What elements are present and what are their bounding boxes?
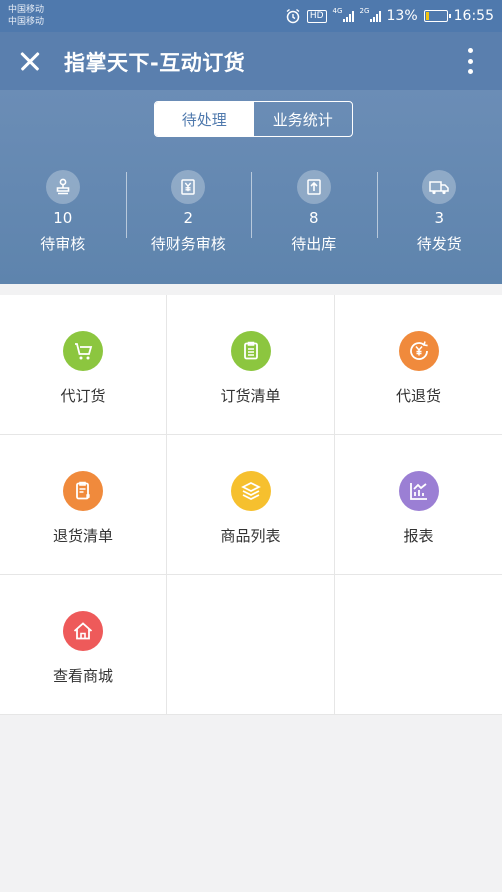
close-icon[interactable] <box>14 45 46 77</box>
menu-label: 代退货 <box>395 387 441 405</box>
carrier-1: 中国移动 <box>8 5 45 15</box>
stamp-icon <box>45 170 80 204</box>
stat-count: 8 <box>308 209 319 227</box>
stat-label: 待出库 <box>291 235 337 253</box>
cart-icon <box>63 331 103 371</box>
stat-pending-outbound[interactable]: 8 待出库 <box>251 170 377 262</box>
stat-label: 待财务审核 <box>150 235 226 253</box>
clipboard-icon <box>230 331 271 371</box>
stat-count: 2 <box>183 209 194 227</box>
battery-icon <box>423 10 451 22</box>
menu-product-list[interactable]: 商品列表 <box>167 435 335 575</box>
menu-proxy-return[interactable]: 代退货 <box>335 295 502 435</box>
stat-count: 10 <box>53 209 73 227</box>
tab-business-stats[interactable]: 业务统计 <box>254 102 353 136</box>
menu-label: 退货清单 <box>52 527 113 545</box>
signal-icon-2: 2G <box>360 7 381 22</box>
menu-return-list[interactable]: 退货清单 <box>0 435 167 575</box>
menu-reports[interactable]: 报表 <box>335 435 502 575</box>
stats-row: 10 待审核 2 待财务审核 8 待出库 3 待发货 <box>0 170 502 262</box>
stat-label: 待审核 <box>40 235 86 253</box>
page-title: 指掌天下-互动订货 <box>64 51 246 75</box>
status-bar: 中国移动 中国移动 HD 4G 2G 13% 16:55 <box>0 0 502 32</box>
status-icons: HD 4G 2G 13% 16:55 <box>285 6 494 26</box>
stat-pending-finance[interactable]: 2 待财务审核 <box>125 170 252 262</box>
stat-pending-shipment[interactable]: 3 待发货 <box>376 170 502 262</box>
stat-label: 待发货 <box>416 235 462 253</box>
menu-label: 代订货 <box>60 387 106 405</box>
title-bar: 指掌天下-互动订货 <box>0 32 502 90</box>
hd-badge: HD <box>306 9 327 23</box>
segmented-tabs: 待处理 业务统计 <box>154 101 353 137</box>
refund-icon <box>398 331 439 371</box>
menu-order-list[interactable]: 订货清单 <box>167 295 335 435</box>
menu-label: 报表 <box>403 527 434 545</box>
outbound-icon <box>296 170 331 204</box>
stat-count: 3 <box>434 209 445 227</box>
carrier-info: 中国移动 中国移动 <box>8 4 44 28</box>
finance-icon <box>171 170 206 204</box>
menu-view-mall[interactable]: 查看商城 <box>0 575 167 715</box>
menu-label: 商品列表 <box>220 527 281 545</box>
menu-label: 订货清单 <box>220 387 281 405</box>
tab-pending[interactable]: 待处理 <box>155 102 254 136</box>
stat-pending-review[interactable]: 10 待审核 <box>0 170 126 262</box>
return-list-icon <box>63 471 103 511</box>
home-icon <box>63 611 103 651</box>
menu-proxy-order[interactable]: 代订货 <box>0 295 167 435</box>
carrier-2: 中国移动 <box>8 17 45 27</box>
chart-icon <box>398 471 439 511</box>
layers-icon <box>230 471 271 511</box>
signal-icon: 4G <box>333 7 354 22</box>
header-panel: 待处理 业务统计 10 待审核 2 待财务审核 8 待出库 3 待发货 <box>0 90 502 284</box>
battery-percent: 13% <box>386 8 418 24</box>
function-grid: 代订货 订货清单 代退货 退货清单 商品列表 报表 查看商城 <box>0 295 502 715</box>
clock: 16:55 <box>453 8 494 24</box>
more-vertical-icon[interactable] <box>462 46 478 76</box>
alarm-icon <box>286 8 300 24</box>
empty-cell <box>167 575 335 715</box>
menu-label: 查看商城 <box>52 667 113 685</box>
empty-cell <box>335 575 502 715</box>
truck-icon <box>422 170 457 204</box>
